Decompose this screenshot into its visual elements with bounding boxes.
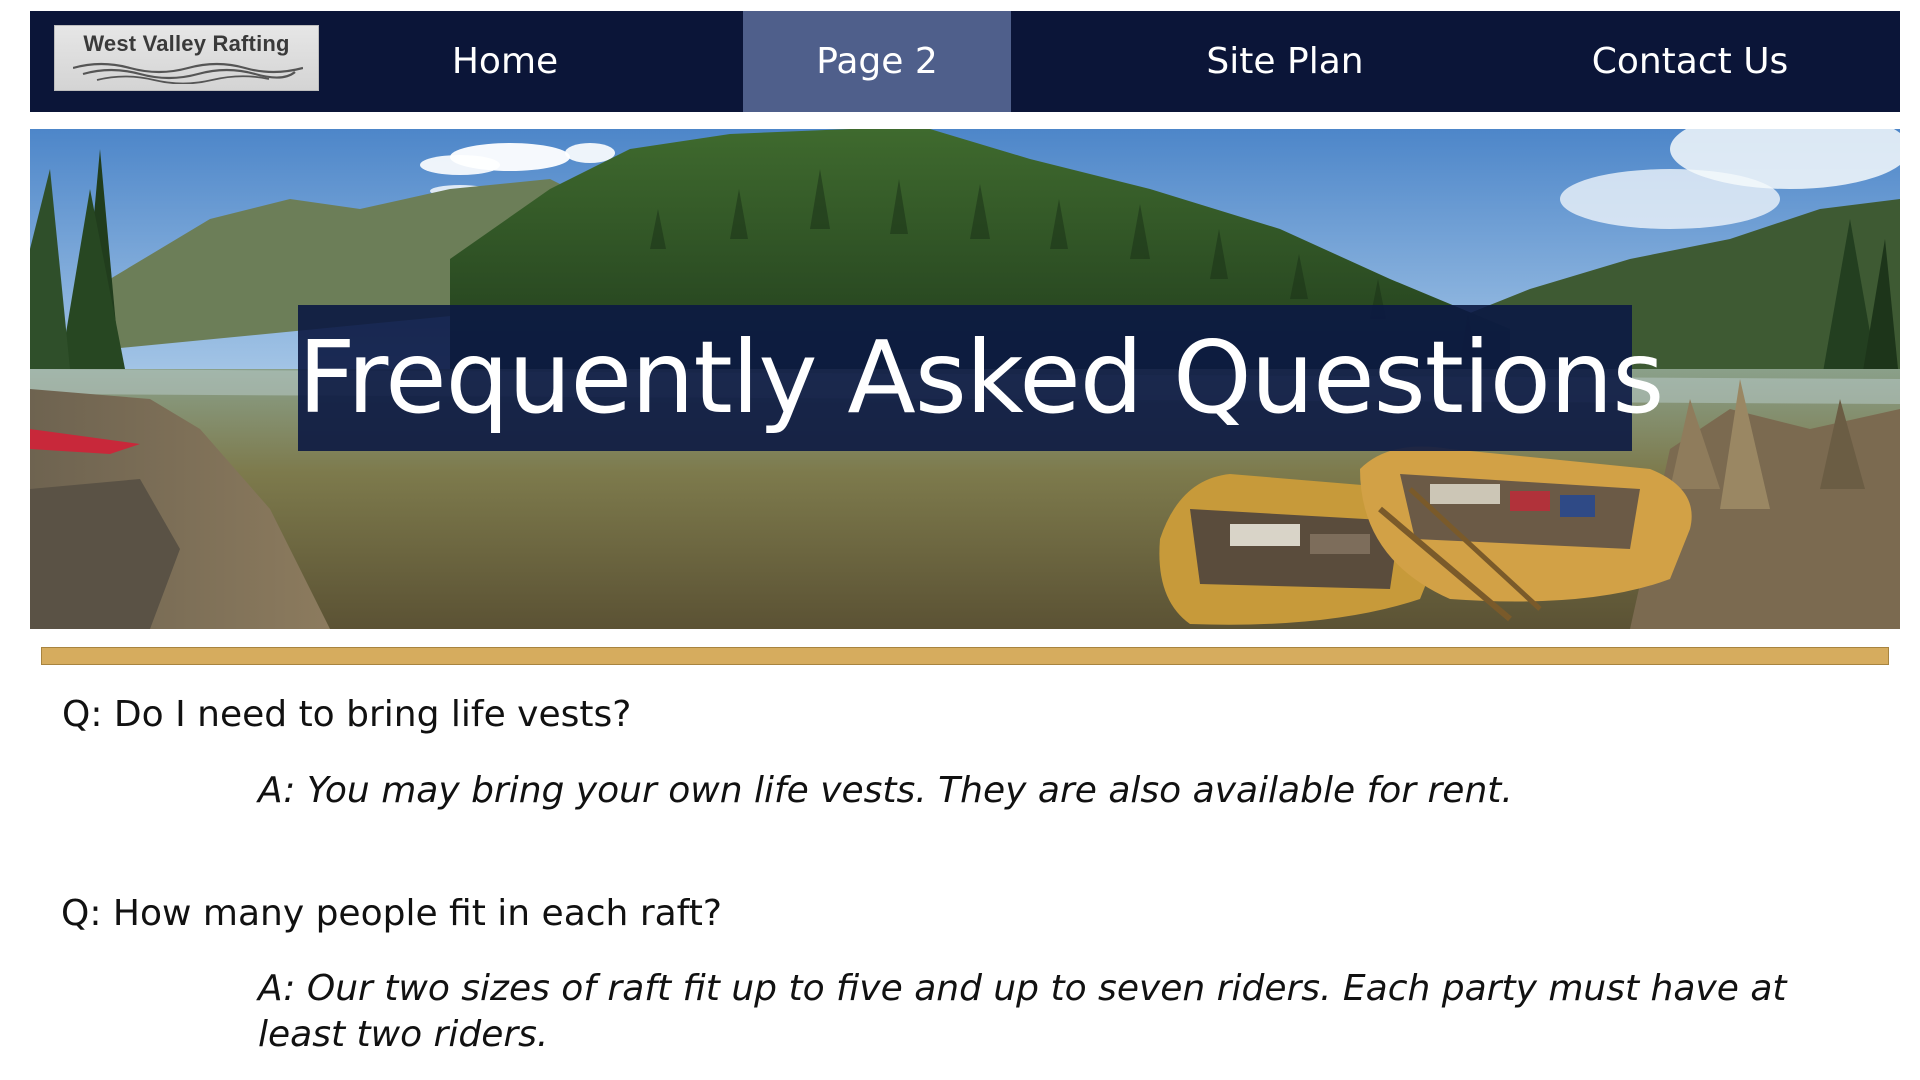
nav-link-site-plan[interactable]: Site Plan (1130, 11, 1440, 112)
faq-question-life-vests: Q: Do I need to bring life vests? (62, 694, 632, 735)
logo-wave-icon (73, 62, 303, 84)
west-valley-rafting-logo[interactable]: West Valley Rafting (54, 25, 319, 91)
hero-banner: Frequently Asked Questions (30, 129, 1900, 629)
top-navigation-bar: West Valley Rafting Home Page 2 Site Pla… (30, 11, 1900, 112)
nav-link-contact-us[interactable]: Contact Us (1530, 11, 1850, 112)
gold-divider (41, 647, 1889, 665)
faq-answer-raft-capacity: A: Our two sizes of raft fit up to five … (258, 968, 1787, 1055)
nav-link-home[interactable]: Home (370, 11, 640, 112)
logo-text: West Valley Rafting (83, 31, 290, 56)
faq-question-raft-capacity: Q: How many people fit in each raft? (61, 893, 722, 934)
page-title: Frequently Asked Questions (298, 319, 1664, 436)
nav-link-page-2[interactable]: Page 2 (743, 11, 1011, 112)
page-title-banner: Frequently Asked Questions (298, 305, 1664, 451)
faq-answer-life-vests: A: You may bring your own life vests. Th… (258, 770, 1513, 811)
